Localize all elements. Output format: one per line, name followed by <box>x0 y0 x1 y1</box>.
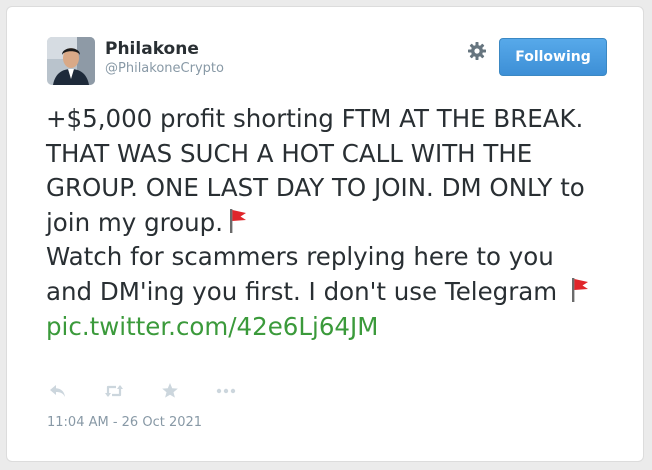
user-handle[interactable]: @PhilakoneCrypto <box>105 60 224 78</box>
tweet-card: Philakone @PhilakoneCrypto Following +$5… <box>6 6 644 462</box>
tweet-media-link[interactable]: pic.twitter.com/42e6Lj64JM <box>46 312 378 341</box>
more-icon[interactable] <box>215 381 237 401</box>
retweet-icon[interactable] <box>103 381 125 401</box>
tweet-text-part-2: Watch for scammers replying here to you … <box>46 242 558 306</box>
reply-icon[interactable] <box>47 381 69 401</box>
tweet-text-part-1: +$5,000 profit shorting FTM AT THE BREAK… <box>46 104 585 237</box>
display-name[interactable]: Philakone <box>105 38 199 60</box>
avatar[interactable] <box>47 37 95 85</box>
red-flag-icon <box>569 277 591 303</box>
following-button[interactable]: Following <box>499 38 607 76</box>
red-flag-icon <box>227 208 249 234</box>
tweet-text: +$5,000 profit shorting FTM AT THE BREAK… <box>46 102 606 344</box>
gear-icon[interactable] <box>467 41 487 61</box>
favorite-icon[interactable] <box>159 381 181 401</box>
tweet-timestamp[interactable]: 11:04 AM - 26 Oct 2021 <box>47 414 202 432</box>
